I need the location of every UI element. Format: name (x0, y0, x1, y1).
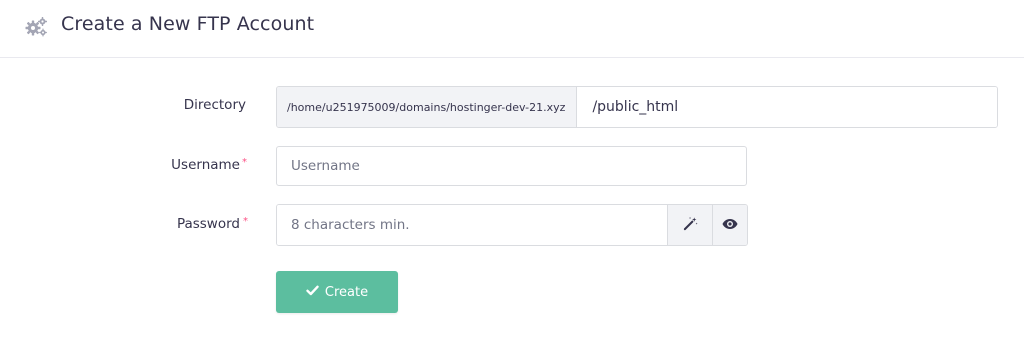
create-button-label: Create (324, 284, 369, 300)
generate-password-button[interactable] (667, 205, 712, 245)
directory-prefix: /home/u251975009/domains/hostinger-dev-2… (277, 87, 578, 127)
page-title: Create a New FTP Account (61, 13, 315, 35)
create-button[interactable]: Create (276, 271, 398, 313)
directory-input-group: /home/u251975009/domains/hostinger-dev-2… (276, 86, 998, 128)
password-required-mark: * (243, 216, 248, 227)
username-label: Username (140, 157, 240, 173)
card-header: Create a New FTP Account (0, 0, 1024, 58)
username-input[interactable] (276, 146, 747, 186)
password-label: Password (140, 216, 240, 232)
check-icon (306, 285, 319, 300)
password-input[interactable] (277, 205, 667, 245)
username-required-mark: * (242, 157, 247, 168)
username-label-text: Username (171, 157, 240, 173)
eye-icon (722, 218, 738, 233)
directory-label-text: Directory (183, 97, 246, 113)
directory-label: Directory (150, 97, 246, 113)
magic-wand-icon (683, 216, 698, 234)
toggle-password-visibility-button[interactable] (712, 205, 747, 245)
cogs-icon (24, 15, 48, 39)
directory-input[interactable] (577, 87, 997, 127)
password-label-text: Password (176, 216, 240, 232)
password-input-group (276, 204, 748, 246)
